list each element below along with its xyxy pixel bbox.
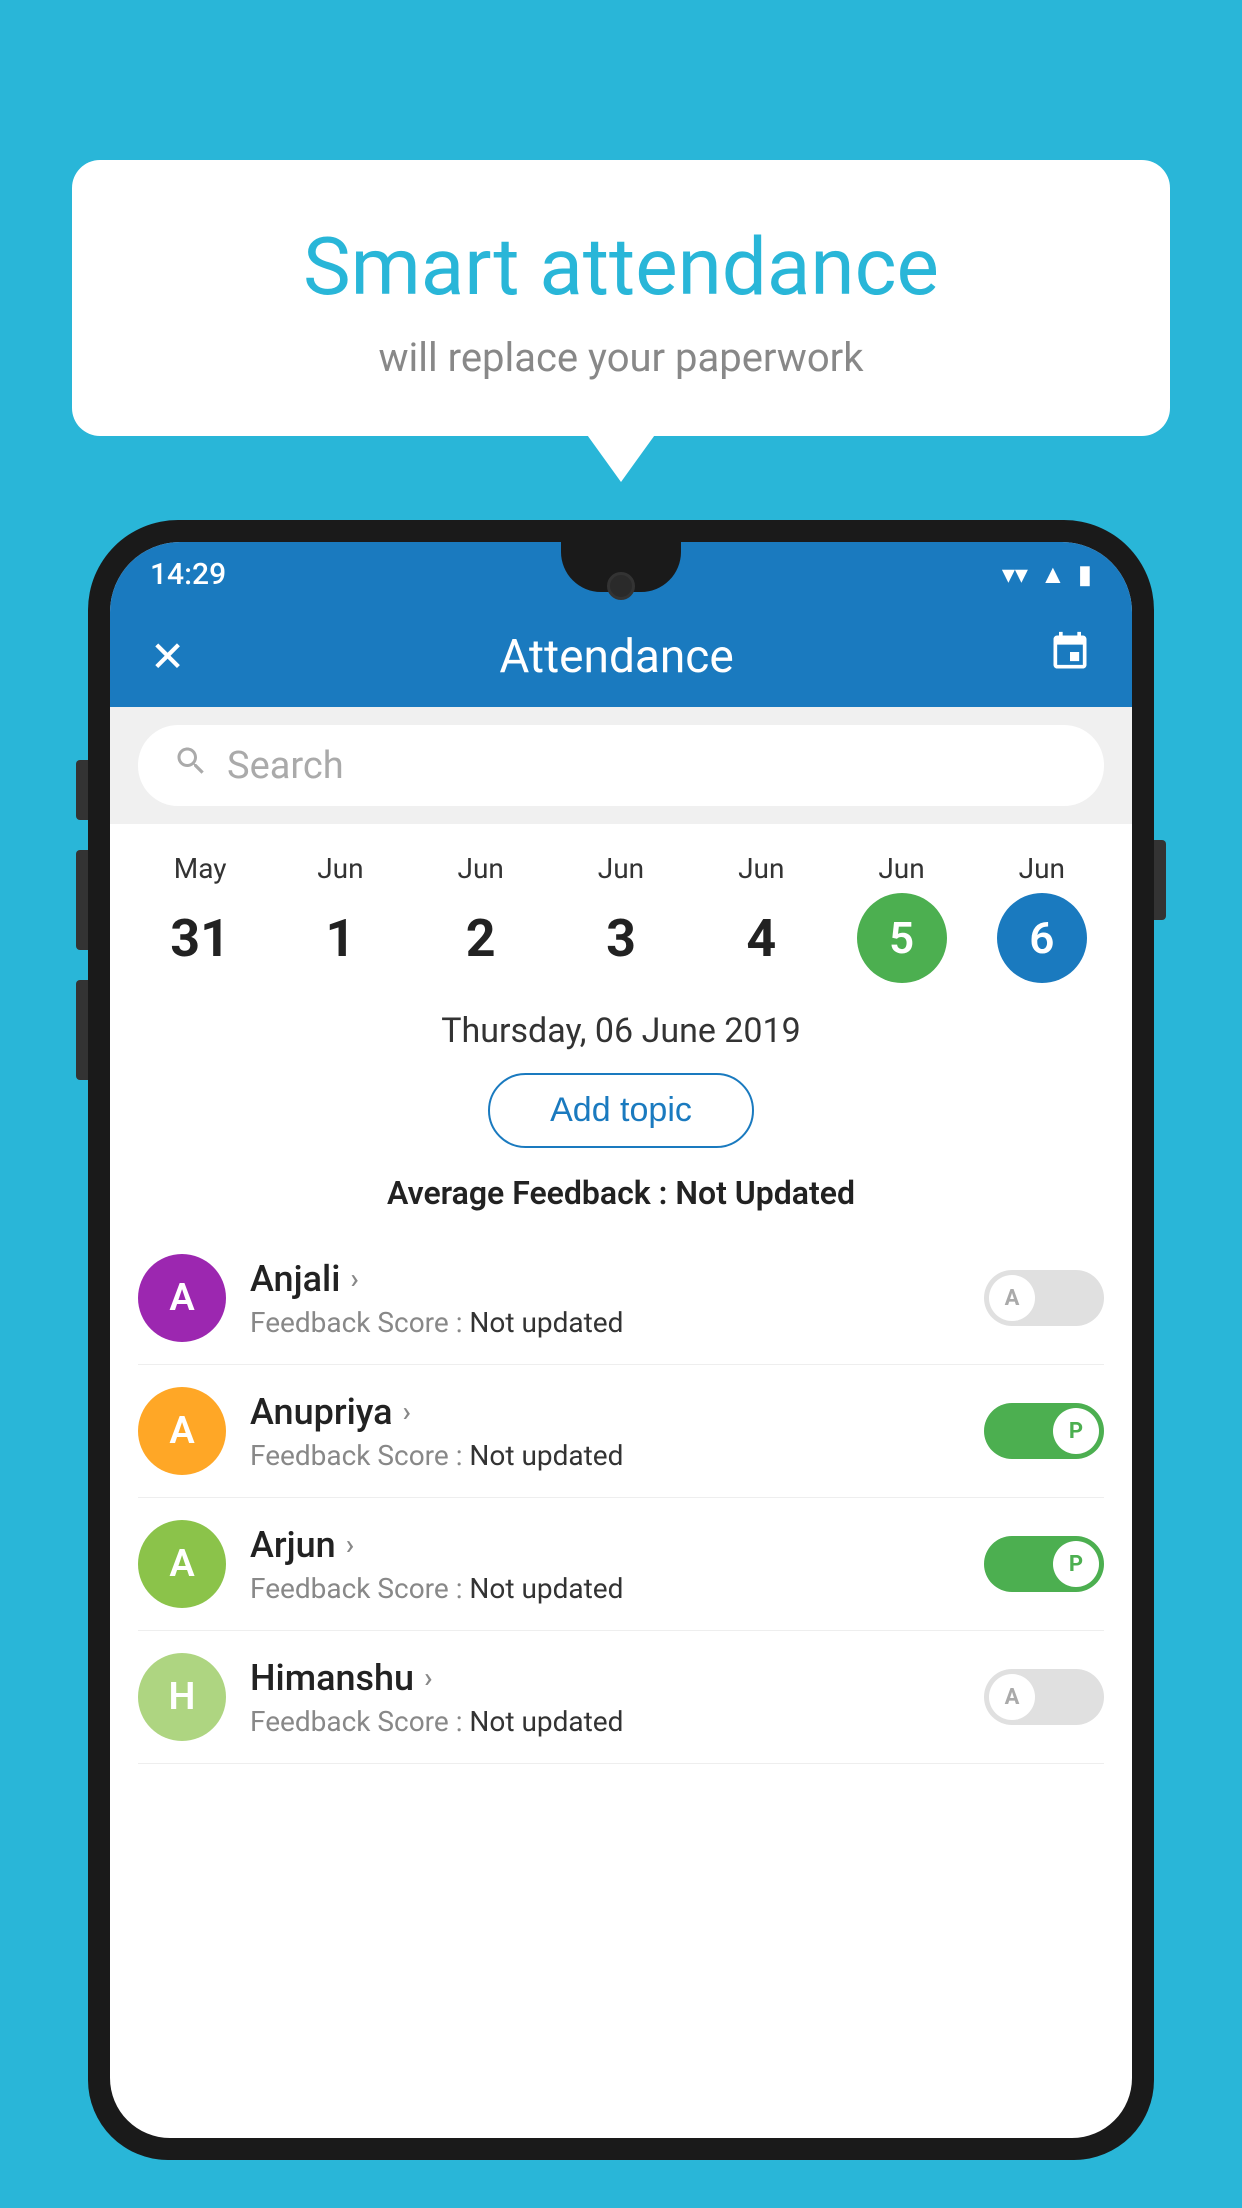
date-number[interactable]: 31 xyxy=(155,893,245,983)
chevron-icon: › xyxy=(424,1661,432,1694)
attendance-toggle[interactable]: A xyxy=(984,1270,1104,1326)
student-list: AAnjali ›Feedback Score : Not updatedAAA… xyxy=(110,1232,1132,1764)
student-name: Anjali › xyxy=(250,1258,960,1300)
student-feedback: Feedback Score : Not updated xyxy=(250,1705,960,1738)
date-number[interactable]: 5 xyxy=(857,893,947,983)
chevron-icon: › xyxy=(346,1528,354,1561)
phone-vol-up-button xyxy=(76,850,88,950)
student-name: Arjun › xyxy=(250,1524,960,1566)
attendance-toggle[interactable]: A xyxy=(984,1669,1104,1725)
student-info: Anjali › Feedback Score : Not updated xyxy=(250,1258,960,1339)
date-month: Jun xyxy=(977,852,1107,885)
phone-notch xyxy=(561,542,681,592)
date-month: Jun xyxy=(275,852,405,885)
calendar-row: May 31 Jun 1 Jun 2 Jun 3 Jun 4 Jun 5 Jun 6 xyxy=(110,824,1132,993)
toggle-knob: A xyxy=(989,1275,1035,1321)
student-name: Anupriya › xyxy=(250,1391,960,1433)
phone-container: 14:29 ▾▾ ▲ ▮ ✕ Attendance xyxy=(88,520,1154,2208)
attendance-toggle[interactable]: P xyxy=(984,1403,1104,1459)
phone-volume-button xyxy=(1154,840,1166,920)
date-month: Jun xyxy=(556,852,686,885)
feedback-value: Not updated xyxy=(469,1439,623,1472)
search-input[interactable]: Search xyxy=(227,744,344,788)
header-title: Attendance xyxy=(499,630,733,684)
date-number[interactable]: 4 xyxy=(716,893,806,983)
search-container: Search xyxy=(110,707,1132,824)
student-item[interactable]: A Anjali › Feedback Score : Not updated A xyxy=(138,1232,1104,1365)
feedback-value: Not updated xyxy=(469,1306,623,1339)
date-number[interactable]: 2 xyxy=(436,893,526,983)
student-avatar: A xyxy=(138,1254,226,1342)
speech-bubble: Smart attendance will replace your paper… xyxy=(72,160,1170,436)
bubble-subtitle: will replace your paperwork xyxy=(132,334,1110,381)
student-item[interactable]: A Arjun › Feedback Score : Not updated P xyxy=(138,1498,1104,1631)
app-header: ✕ Attendance xyxy=(110,607,1132,707)
add-topic-button[interactable]: Add topic xyxy=(488,1073,754,1148)
chevron-icon: › xyxy=(350,1262,358,1295)
student-item[interactable]: A Anupriya › Feedback Score : Not updated P xyxy=(138,1365,1104,1498)
phone-vol-down-button xyxy=(76,980,88,1080)
phone-power-button xyxy=(76,760,88,820)
date-cell[interactable]: Jun 4 xyxy=(696,852,826,983)
bubble-title: Smart attendance xyxy=(132,220,1110,314)
student-item[interactable]: H Himanshu › Feedback Score : Not updated A xyxy=(138,1631,1104,1764)
add-topic-container: Add topic xyxy=(110,1063,1132,1166)
date-cell[interactable]: Jun 5 xyxy=(837,852,967,983)
date-cell[interactable]: Jun 2 xyxy=(416,852,546,983)
date-cell[interactable]: Jun 3 xyxy=(556,852,686,983)
wifi-icon: ▾▾ xyxy=(1002,560,1028,590)
battery-icon: ▮ xyxy=(1078,560,1092,590)
close-button[interactable]: ✕ xyxy=(150,632,185,682)
chevron-icon: › xyxy=(403,1395,411,1428)
avg-feedback-prefix: Average Feedback : xyxy=(387,1174,675,1212)
status-time: 14:29 xyxy=(150,557,226,592)
date-cell[interactable]: May 31 xyxy=(135,852,265,983)
date-month: May xyxy=(135,852,265,885)
search-bar[interactable]: Search xyxy=(138,725,1104,806)
toggle-knob: A xyxy=(989,1674,1035,1720)
student-avatar: A xyxy=(138,1387,226,1475)
calendar-icon[interactable] xyxy=(1048,630,1092,684)
date-number[interactable]: 1 xyxy=(295,893,385,983)
date-number[interactable]: 6 xyxy=(997,893,1087,983)
signal-icon: ▲ xyxy=(1040,559,1066,590)
student-feedback: Feedback Score : Not updated xyxy=(250,1439,960,1472)
attendance-toggle[interactable]: P xyxy=(984,1536,1104,1592)
student-feedback: Feedback Score : Not updated xyxy=(250,1572,960,1605)
avg-feedback: Average Feedback : Not Updated xyxy=(110,1166,1132,1232)
toggle-knob: P xyxy=(1053,1408,1099,1454)
toggle-knob: P xyxy=(1053,1541,1099,1587)
feedback-value: Not updated xyxy=(469,1572,623,1605)
phone-outer: 14:29 ▾▾ ▲ ▮ ✕ Attendance xyxy=(88,520,1154,2160)
student-avatar: A xyxy=(138,1520,226,1608)
phone-camera xyxy=(607,572,635,600)
date-month: Jun xyxy=(837,852,967,885)
phone-screen: 14:29 ▾▾ ▲ ▮ ✕ Attendance xyxy=(110,542,1132,2138)
selected-date-label: Thursday, 06 June 2019 xyxy=(110,993,1132,1063)
feedback-value: Not updated xyxy=(469,1705,623,1738)
date-number[interactable]: 3 xyxy=(576,893,666,983)
student-info: Anupriya › Feedback Score : Not updated xyxy=(250,1391,960,1472)
search-icon xyxy=(173,743,209,788)
student-info: Himanshu › Feedback Score : Not updated xyxy=(250,1657,960,1738)
student-info: Arjun › Feedback Score : Not updated xyxy=(250,1524,960,1605)
date-cell[interactable]: Jun 1 xyxy=(275,852,405,983)
speech-bubble-container: Smart attendance will replace your paper… xyxy=(72,160,1170,436)
student-name: Himanshu › xyxy=(250,1657,960,1699)
student-feedback: Feedback Score : Not updated xyxy=(250,1306,960,1339)
date-month: Jun xyxy=(416,852,546,885)
student-avatar: H xyxy=(138,1653,226,1741)
avg-feedback-value: Not Updated xyxy=(675,1174,855,1212)
date-cell[interactable]: Jun 6 xyxy=(977,852,1107,983)
status-icons: ▾▾ ▲ ▮ xyxy=(1002,559,1092,590)
date-month: Jun xyxy=(696,852,826,885)
